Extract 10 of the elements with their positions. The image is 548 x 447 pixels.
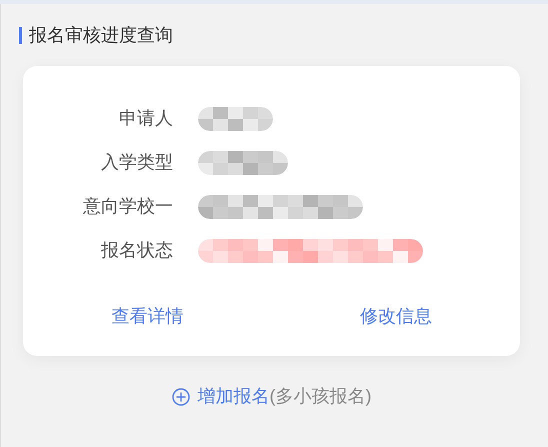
field-label: 入学类型 xyxy=(100,151,173,174)
action-link[interactable]: 查看详情 xyxy=(111,303,184,330)
plus-circle-icon xyxy=(172,388,190,406)
accent-bar xyxy=(19,27,22,44)
section-title: 报名审核进度查询 xyxy=(29,24,173,47)
action-link[interactable]: 修改信息 xyxy=(360,303,432,330)
add-application-link[interactable]: 增加报名(多小孩报名) xyxy=(172,383,372,410)
field-label: 报名状态 xyxy=(100,239,173,262)
field-label: 意向学校一 xyxy=(82,195,173,218)
field-label: 申请人 xyxy=(118,107,173,130)
